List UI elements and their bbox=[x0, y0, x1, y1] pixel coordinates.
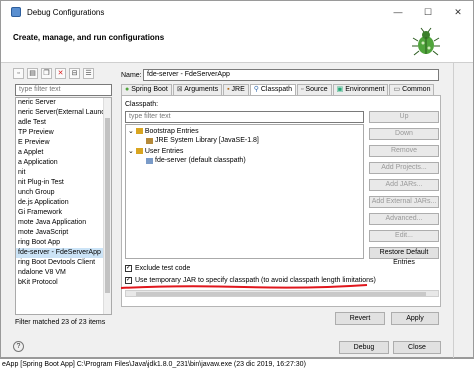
exclude-test-code-option[interactable]: ✓ Exclude test code bbox=[125, 265, 190, 272]
window-title: Debug Configurations bbox=[27, 7, 105, 17]
tab-label: Arguments bbox=[184, 86, 219, 93]
tree-node-user-entries[interactable]: ⌄ User Entries bbox=[128, 147, 184, 156]
console-command-line: eApp [Spring Boot App] C:\Program Files\… bbox=[0, 358, 474, 372]
bug-icon bbox=[412, 27, 440, 56]
tree-node-label: User Entries bbox=[144, 147, 184, 155]
config-tree-item[interactable]: neric Server bbox=[16, 98, 111, 108]
config-tree-item[interactable]: nit bbox=[16, 168, 111, 178]
tab-jre[interactable]: ▪ JRE bbox=[223, 84, 249, 95]
project-icon bbox=[146, 157, 153, 164]
restore-default-entries-button[interactable]: Restore Default Entries bbox=[369, 247, 439, 266]
config-tree-item[interactable]: neric Server(External Launch) bbox=[16, 108, 111, 118]
config-tree-item[interactable]: fde-server - FdeServerApp bbox=[16, 248, 111, 258]
debug-configurations-window: Debug Configurations — ☐ ✕ Create, manag… bbox=[0, 0, 474, 359]
config-tree-item[interactable]: nit Plug-in Test bbox=[16, 178, 111, 188]
tree-scrollbar[interactable] bbox=[103, 98, 111, 314]
close-window-button[interactable]: ✕ bbox=[443, 7, 473, 18]
panel-divider bbox=[453, 63, 454, 359]
filter-icon[interactable]: ☰ bbox=[83, 68, 94, 79]
remove-button[interactable]: Remove bbox=[369, 145, 439, 157]
config-tree-item[interactable]: TP Preview bbox=[16, 128, 111, 138]
new-config-icon[interactable]: ▫ bbox=[13, 68, 24, 79]
name-field[interactable]: fde-server - FdeServerApp bbox=[143, 69, 439, 81]
apply-button[interactable]: Apply bbox=[391, 312, 439, 325]
config-tree-item[interactable]: a Applet bbox=[16, 148, 111, 158]
classpath-label: Classpath: bbox=[125, 101, 159, 108]
tree-scroll-thumb[interactable] bbox=[105, 118, 110, 293]
config-filter-input[interactable]: type filter text bbox=[15, 84, 112, 96]
advanced-button[interactable]: Advanced... bbox=[369, 213, 439, 225]
config-tree: neric Server neric Server(External Launch… bbox=[15, 97, 112, 315]
config-tree-item[interactable]: ring Boot App bbox=[16, 238, 111, 248]
tab-label: JRE bbox=[231, 86, 245, 93]
panel-scroll-thumb[interactable] bbox=[136, 292, 426, 296]
config-tree-item[interactable]: bKit Protocol bbox=[16, 278, 111, 288]
tab-spring-boot[interactable]: ● Spring Boot bbox=[121, 84, 172, 95]
add-projects-button[interactable]: Add Projects... bbox=[369, 162, 439, 174]
debug-icon bbox=[11, 7, 21, 17]
tab-classpath[interactable]: ⚲ Classpath bbox=[249, 84, 296, 95]
duplicate-icon[interactable]: ❐ bbox=[41, 68, 52, 79]
exclude-test-code-checkbox[interactable]: ✓ bbox=[125, 265, 132, 272]
left-toolbar: ▫ ▤ ❐ ✕ ⊟ ☰ bbox=[13, 68, 94, 79]
filter-status: Filter matched 23 of 23 items bbox=[15, 319, 106, 326]
tree-node-bootstrap[interactable]: ⌄ Bootstrap Entries bbox=[128, 127, 199, 136]
config-tree-item[interactable]: Gi Framework bbox=[16, 208, 111, 218]
config-tree-item[interactable]: mote JavaScript bbox=[16, 228, 111, 238]
revert-button[interactable]: Revert bbox=[335, 312, 385, 325]
config-tabs: ● Spring Boot ⊠ Arguments ▪ JRE ⚲ Classp… bbox=[121, 84, 435, 95]
config-tree-item[interactable]: adle Test bbox=[16, 118, 111, 128]
config-tree-item[interactable]: a Application bbox=[16, 158, 111, 168]
title-bar: Debug Configurations — ☐ ✕ bbox=[1, 1, 473, 23]
add-external-jars-button[interactable]: Add External JARs... bbox=[369, 196, 439, 208]
tab-label: Source bbox=[305, 86, 328, 93]
classpath-filter-input[interactable]: type filter text bbox=[125, 111, 364, 123]
config-tree-item[interactable]: ndalone V8 VM bbox=[16, 268, 111, 278]
minimize-button[interactable]: — bbox=[383, 7, 413, 18]
tab-label: Classpath bbox=[260, 86, 292, 93]
tree-node-label: Bootstrap Entries bbox=[144, 127, 199, 135]
tree-node-label: fde-server (default classpath) bbox=[155, 157, 246, 164]
exclude-test-code-label: Exclude test code bbox=[135, 265, 191, 272]
delete-icon[interactable]: ✕ bbox=[55, 68, 66, 79]
export-icon[interactable]: ▤ bbox=[27, 68, 38, 79]
chevron-down-icon[interactable]: ⌄ bbox=[128, 147, 134, 155]
config-tree-item[interactable]: unch Group bbox=[16, 188, 111, 198]
edit-button[interactable]: Edit... bbox=[369, 230, 439, 242]
close-button[interactable]: Close bbox=[393, 341, 441, 354]
tab-environment[interactable]: ▣ Environment bbox=[332, 84, 389, 95]
tree-node-jre[interactable]: JRE System Library [JavaSE-1.8] bbox=[146, 137, 259, 144]
tab-common[interactable]: ▭ Common bbox=[389, 84, 435, 95]
debug-button[interactable]: Debug bbox=[339, 341, 389, 354]
classpath-tree: ⌄ Bootstrap Entries JRE System Library [… bbox=[125, 124, 364, 259]
tab-label: Environment bbox=[345, 86, 385, 93]
tab-label: Common bbox=[402, 86, 431, 93]
help-icon[interactable]: ? bbox=[13, 341, 24, 352]
banner: Create, manage, and run configurations bbox=[1, 23, 473, 63]
tree-node-label: JRE System Library [JavaSE-1.8] bbox=[155, 137, 259, 144]
library-icon bbox=[146, 137, 153, 144]
panel-horizontal-scrollbar[interactable] bbox=[125, 290, 439, 297]
folder-icon bbox=[135, 128, 143, 134]
up-button[interactable]: Up bbox=[369, 111, 439, 123]
folder-icon bbox=[135, 148, 143, 154]
chevron-down-icon[interactable]: ⌄ bbox=[128, 127, 134, 135]
config-tree-item[interactable]: de.js Application bbox=[16, 198, 111, 208]
name-label: Name: bbox=[121, 72, 142, 79]
banner-title: Create, manage, and run configurations bbox=[13, 33, 165, 42]
config-tree-item[interactable]: E Preview bbox=[16, 138, 111, 148]
config-tree-item[interactable]: mote Java Application bbox=[16, 218, 111, 228]
tree-node-project[interactable]: fde-server (default classpath) bbox=[146, 157, 246, 164]
down-button[interactable]: Down bbox=[369, 128, 439, 140]
tab-arguments[interactable]: ⊠ Arguments bbox=[172, 84, 223, 95]
collapse-icon[interactable]: ⊟ bbox=[69, 68, 80, 79]
config-tree-item[interactable]: ring Boot Devtools Client bbox=[16, 258, 111, 268]
add-jars-button[interactable]: Add JARs... bbox=[369, 179, 439, 191]
maximize-button[interactable]: ☐ bbox=[413, 7, 443, 18]
tab-label: Spring Boot bbox=[131, 86, 168, 93]
tab-source[interactable]: ▫ Source bbox=[296, 84, 332, 95]
